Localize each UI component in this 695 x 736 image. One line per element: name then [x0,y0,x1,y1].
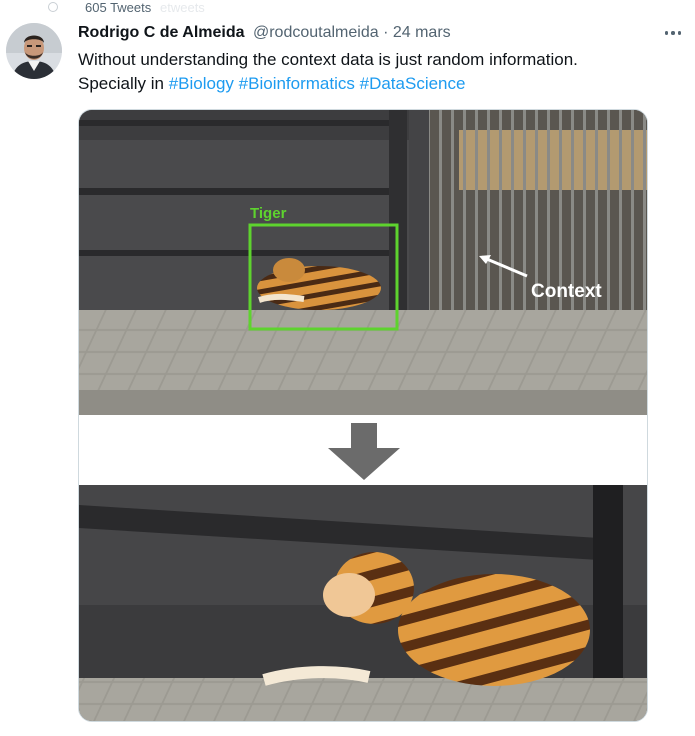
top-bar: 605 Tweets etweets [0,0,695,16]
label-tiger: Tiger [250,205,287,222]
tweet-text-line2: Specially in #Biology #Bioinformatics #D… [78,72,658,96]
ellipsis-icon [671,31,675,35]
display-name[interactable]: Rodrigo C de Almeida [78,24,245,41]
retweet-indicator-text: etweets [160,0,205,15]
more-options-button[interactable] [660,24,686,42]
avatar[interactable] [6,23,62,79]
retweet-icon [48,2,58,12]
profile-photo [6,23,62,79]
separator-dot: · [383,24,389,41]
tweet-media-image[interactable]: Tiger Context [78,109,648,722]
handle[interactable]: @rodcoutalmeida [253,24,379,41]
hashtag-biology[interactable]: #Biology [169,74,234,93]
tweet-text-line1: Without understanding the context data i… [78,50,578,69]
timestamp[interactable]: 24 mars [393,24,451,41]
hashtag-datascience[interactable]: #DataScience [360,74,466,93]
ellipsis-icon [677,31,682,35]
hashtag-bioinformatics[interactable]: #Bioinformatics [239,74,355,93]
tweet-count: 605 Tweets [85,0,152,15]
tweet-text-prefix: Specially in [78,74,169,93]
meme-image: Tiger Context [79,110,647,721]
tweet-header: Rodrigo C de Almeida @rodcoutalmeida · 2… [78,24,451,46]
label-context: Context [531,281,602,302]
ellipsis-icon [664,31,669,35]
tweet-text: Without understanding the context data i… [78,48,658,96]
